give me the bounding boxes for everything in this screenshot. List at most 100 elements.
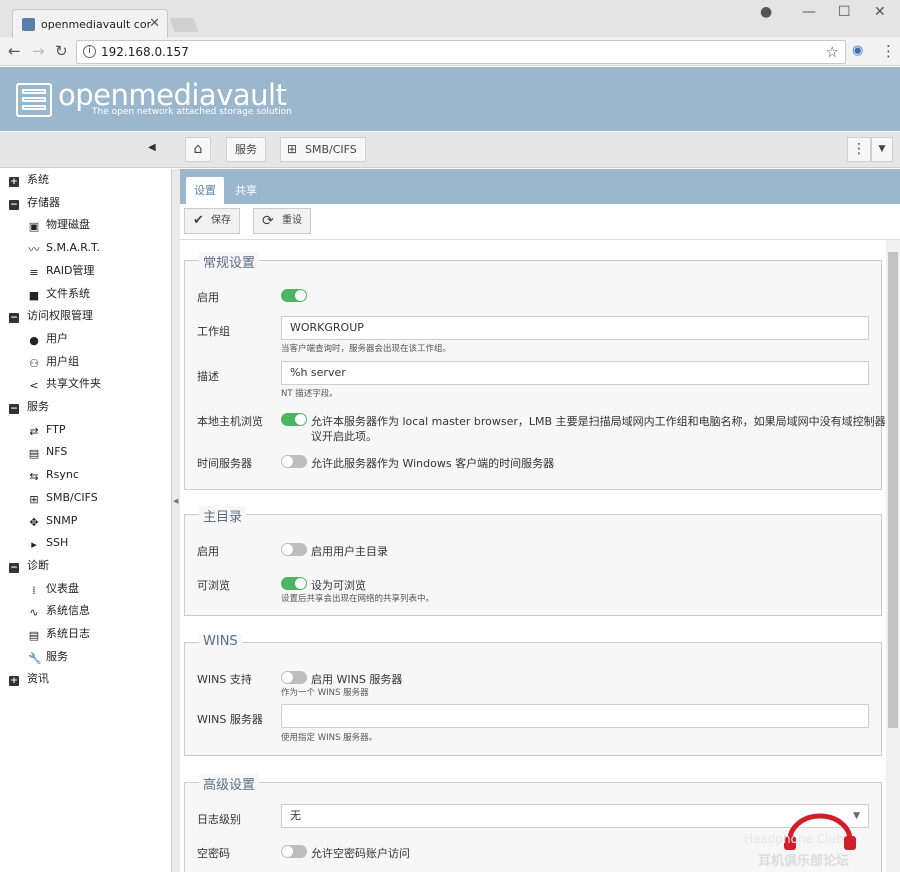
sidebar-item[interactable]: < 共享文件夹 [28,374,101,394]
home-button[interactable]: ⌂ [185,137,211,162]
breadcrumb-current[interactable]: ⊞ SMB/CIFS [280,137,366,162]
sidebar-item[interactable]: 🔧 服务 [28,647,68,667]
sidebar-item[interactable]: + 系统 [9,170,49,190]
wins-support-text: 启用 WINS 服务器 [311,673,403,686]
terminal-icon: ▸ [31,538,37,552]
local-browse-label: 本地主机浏览 [197,415,263,428]
breadcrumb-service[interactable]: 服务 [226,137,266,162]
sidebar-item[interactable]: ▤ 系统日志 [28,624,90,644]
reset-button[interactable]: ⟳ 重设 [253,208,311,234]
sidebar-item[interactable]: − 存储器 [9,193,60,213]
home-browse-toggle[interactable] [281,577,307,590]
description-input[interactable]: %h server [281,361,869,385]
sidebar-item[interactable]: − 诊断 [9,556,49,576]
close-tab-icon[interactable]: ✕ [149,16,160,31]
dropdown-button[interactable]: ▼ [871,137,893,162]
new-tab-button[interactable] [169,18,199,32]
wins-server-input[interactable] [281,704,869,728]
home-browse-text: 设为可浏览 [311,579,366,592]
time-server-text: 允许此服务器作为 Windows 客户端的时间服务器 [311,457,555,470]
sidebar-item[interactable]: ■ 文件系统 [28,284,90,304]
sidebar-item[interactable]: + 资讯 [9,669,49,689]
windows-icon: ⊞ [287,142,298,156]
workgroup-input[interactable]: WORKGROUP [281,316,869,340]
reload-icon[interactable]: ↻ [55,42,68,60]
home-dir-section: 主目录 启用 启用用户主目录 可浏览 设为可浏览 设置后共享会出现在网络的共享列… [184,506,882,616]
rsync-icon: ⇆ [29,470,39,484]
browser-tab-title: openmediavault contr [41,18,151,31]
sidebar-splitter[interactable]: ◀ [172,169,180,872]
collapse-sidebar-icon[interactable]: ◀ [148,142,156,153]
log-level-label: 日志级别 [197,813,241,826]
maximize-button[interactable]: ☐ [838,4,851,20]
sidebar-item[interactable]: ⇆ Rsync [28,465,79,485]
address-bar[interactable]: i 192.168.0.157 ☆ [76,40,846,64]
sidebar-item[interactable]: ✥ SNMP [28,511,77,531]
ftp-icon: ⇄ [29,424,39,438]
sidebar-item-label: 物理磁盘 [46,218,90,232]
forward-icon[interactable]: → [32,42,45,60]
sidebar-item-label: 用户组 [46,354,79,368]
minimize-button[interactable]: — [802,4,816,20]
sidebar-item-label: 系统 [27,173,49,186]
save-button[interactable]: ✔ 保存 [184,208,240,234]
browser-menu-icon[interactable]: ⋮ [881,42,896,60]
sidebar-item-label: 资讯 [27,672,49,686]
watermark-logo: Headphone Club 耳机俱乐部论坛 [744,808,892,869]
browser-tab[interactable]: openmediavault contr ✕ [12,9,168,38]
minus-icon: − [9,313,19,324]
sidebar-item-label: Rsync [46,468,79,482]
window-close-button[interactable]: ✕ [874,4,886,20]
local-browse-text: 允许本服务器作为 local master browser，LMB 主要是扫描局… [311,415,886,428]
sidebar-item-label: FTP [46,422,66,436]
wins-server-hint: 使用指定 WINS 服务器。 [281,733,378,743]
sidebar-item[interactable]: ⊞ SMB/CIFS [28,488,97,508]
workgroup-hint: 当客户端查询时，服务器会出现在该工作组。 [281,344,452,354]
sidebar-item[interactable]: ≡ RAID管理 [28,261,94,281]
watermark-text-cn: 耳机俱乐部论坛 [758,854,850,869]
enable-label: 启用 [197,291,219,304]
sidebar-item[interactable]: ⁞ 仪表盘 [28,579,79,599]
bookmark-star-icon[interactable]: ☆ [826,43,839,61]
sidebar-item-label: 服务 [27,400,49,413]
wins-server-label: WINS 服务器 [197,713,263,726]
minus-icon: − [9,404,19,414]
enable-toggle[interactable] [281,289,307,302]
sidebar-item-label: 系统日志 [46,627,90,640]
sidebar-item[interactable]: ▣ 物理磁盘 [28,215,90,235]
snmp-icon: ✥ [29,515,39,529]
sidebar-item[interactable]: ▸ SSH [28,533,68,553]
tab-settings[interactable]: 设置 [186,177,224,204]
sidebar-item[interactable]: ⚇ 用户组 [28,352,79,372]
scrollbar-thumb[interactable] [888,252,898,728]
null-password-toggle[interactable] [281,845,307,858]
sidebar-item[interactable]: ⇄ FTP [28,420,66,440]
sidebar-item[interactable]: ∿ 系统信息 [28,601,90,621]
plus-icon: + [9,676,19,687]
home-enable-toggle[interactable] [281,543,307,556]
section-title: 主目录 [199,506,247,525]
sidebar-item-label: S.M.A.R.T. [46,241,100,255]
site-info-icon[interactable]: i [83,45,96,58]
extension-icon[interactable]: ◉ [852,43,863,58]
back-icon[interactable]: ← [8,42,21,60]
home-enable-label: 启用 [197,545,219,558]
sidebar-item[interactable]: ● 用户 [28,329,68,349]
description-hint: NT 描述字段。 [281,389,338,399]
local-browse-toggle[interactable] [281,413,307,426]
settings-form: 常规设置 启用 工作组 WORKGROUP 当客户端查询时，服务器会出现在该工作… [180,240,886,872]
tab-shares[interactable]: 共享 [227,177,265,204]
sidebar-item[interactable]: ▤ NFS [28,442,68,462]
wins-support-toggle[interactable] [281,671,307,684]
sidebar-item[interactable]: 〰 S.M.A.R.T. [28,238,100,258]
url-text: 192.168.0.157 [101,45,189,59]
check-icon: ✔ [193,213,204,228]
sidebar-item[interactable]: − 服务 [9,397,49,417]
log-icon: ▤ [28,629,40,642]
time-server-toggle[interactable] [281,455,307,468]
more-options-button[interactable]: ⋮ [847,137,871,162]
account-icon[interactable]: ● [760,4,772,20]
brand-tagline: The open network attached storage soluti… [92,107,292,117]
sidebar-item[interactable]: − 访问权限管理 [9,306,93,326]
minus-icon: − [9,562,19,573]
